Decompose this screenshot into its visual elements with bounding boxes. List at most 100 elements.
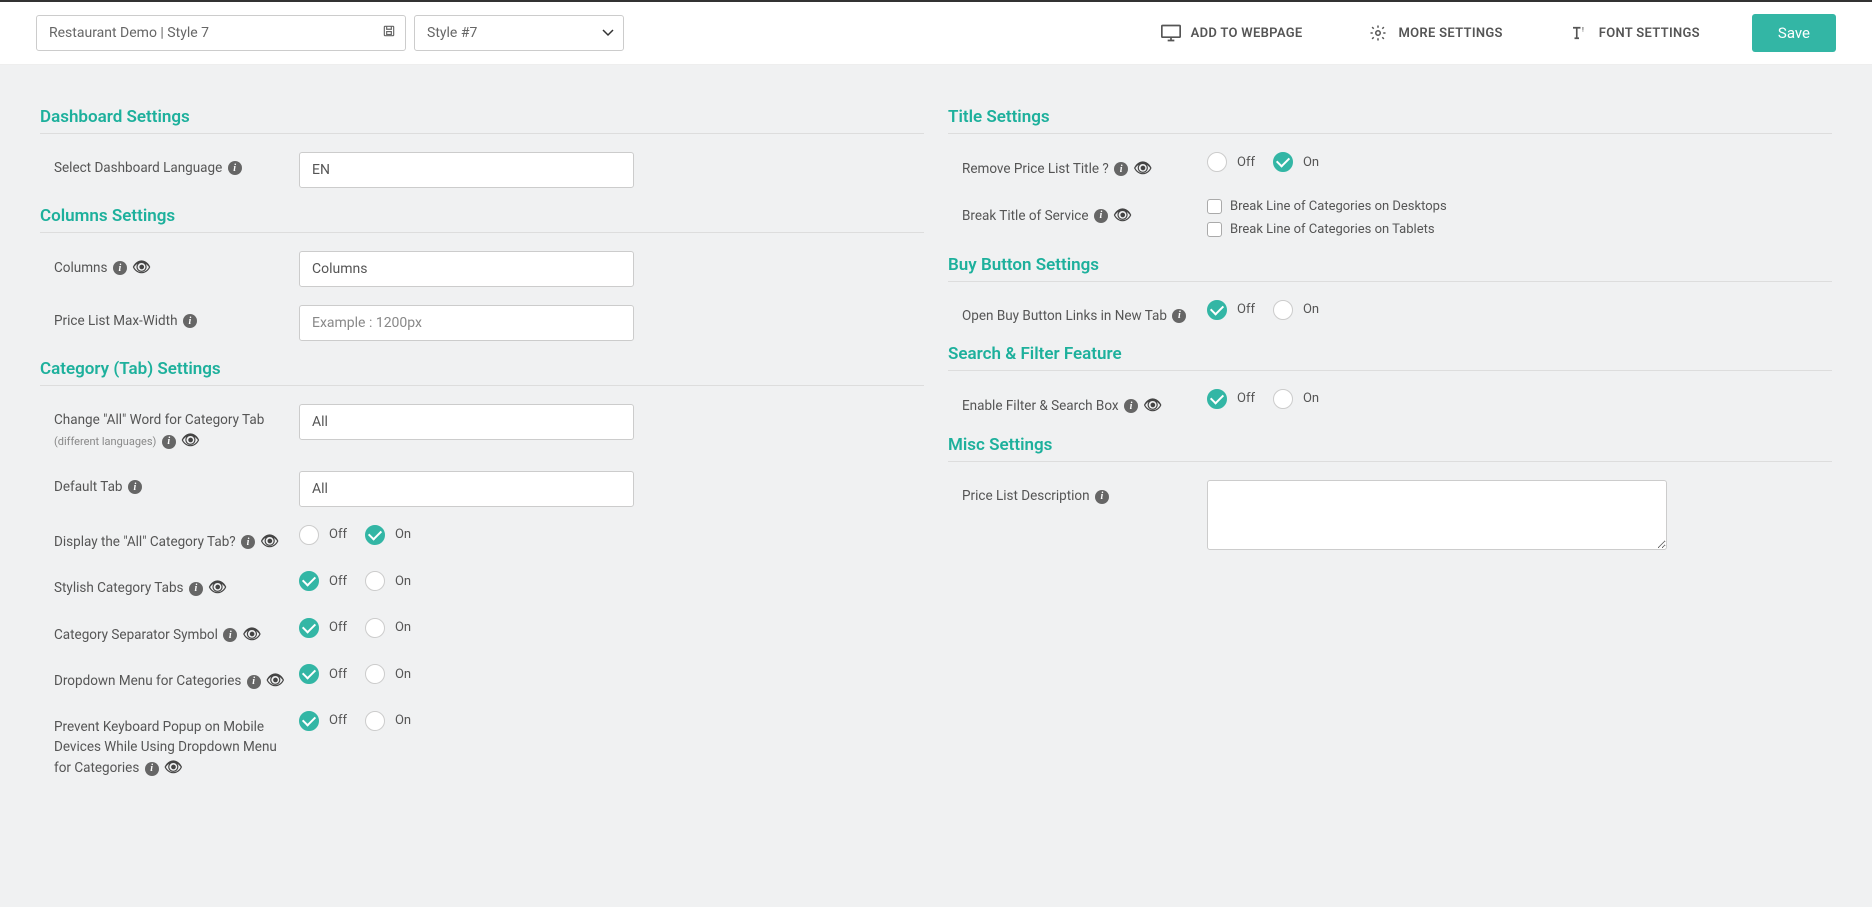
radio-stylish-tabs: Off On bbox=[299, 571, 411, 591]
font-icon: ! bbox=[1569, 24, 1589, 42]
label-remove-title: Remove Price List Title ? i 👁 bbox=[962, 152, 1207, 181]
radio-on[interactable]: On bbox=[365, 664, 411, 684]
eye-icon[interactable]: 👁 bbox=[1113, 205, 1132, 228]
info-icon[interactable]: i bbox=[128, 480, 142, 494]
style-select-wrap: Style #7 bbox=[414, 15, 624, 51]
info-icon[interactable]: i bbox=[1114, 162, 1128, 176]
dashboard-settings-title: Dashboard Settings bbox=[40, 107, 924, 134]
left-column: Dashboard Settings Select Dashboard Lang… bbox=[28, 97, 936, 798]
info-icon[interactable]: i bbox=[113, 261, 127, 275]
label-dashboard-language: Select Dashboard Language i bbox=[54, 152, 299, 178]
row-dashboard-language: Select Dashboard Language i bbox=[40, 152, 924, 188]
info-icon[interactable]: i bbox=[189, 582, 203, 596]
eye-icon[interactable]: 👁 bbox=[208, 577, 227, 600]
eye-icon[interactable]: 👁 bbox=[260, 531, 279, 554]
row-change-all-word: Change "All" Word for Category Tab (diff… bbox=[40, 404, 924, 453]
default-tab-input[interactable] bbox=[299, 471, 634, 507]
radio-on[interactable]: On bbox=[365, 711, 411, 731]
row-columns: Columns i 👁 bbox=[40, 251, 924, 287]
category-settings-title: Category (Tab) Settings bbox=[40, 359, 924, 386]
pricelist-name-wrap bbox=[36, 15, 406, 51]
label-display-all-tab: Display the "All" Category Tab? i 👁 bbox=[54, 525, 299, 554]
radio-display-all-tab: Off On bbox=[299, 525, 411, 545]
font-settings-label: FONT SETTINGS bbox=[1599, 26, 1700, 41]
chk-break-tablet[interactable]: Break Line of Categories on Tablets bbox=[1207, 222, 1447, 237]
info-icon[interactable]: i bbox=[1095, 490, 1109, 504]
row-dropdown: Dropdown Menu for Categories i 👁 Off On bbox=[40, 664, 924, 693]
radio-on[interactable]: On bbox=[1273, 300, 1319, 320]
radio-off[interactable]: Off bbox=[299, 664, 347, 684]
save-button[interactable]: Save bbox=[1752, 14, 1836, 52]
row-prevent-keyboard: Prevent Keyboard Popup on Mobile Devices… bbox=[40, 711, 924, 780]
eye-icon[interactable]: 👁 bbox=[1143, 395, 1162, 418]
label-columns: Columns i 👁 bbox=[54, 251, 299, 280]
dashboard-language-input[interactable] bbox=[299, 152, 634, 188]
eye-icon[interactable]: 👁 bbox=[181, 430, 200, 453]
info-icon[interactable]: i bbox=[241, 535, 255, 549]
add-to-webpage-button[interactable]: ADD TO WEBPAGE bbox=[1147, 16, 1317, 50]
row-enable-filter: Enable Filter & Search Box i 👁 Off On bbox=[948, 389, 1832, 418]
header-bar: Style #7 ADD TO WEBPAGE MORE SETTINGS ! … bbox=[0, 2, 1872, 65]
description-textarea[interactable] bbox=[1207, 480, 1667, 550]
info-icon[interactable]: i bbox=[183, 314, 197, 328]
radio-off[interactable]: Off bbox=[299, 571, 347, 591]
label-break-title: Break Title of Service i 👁 bbox=[962, 199, 1207, 228]
more-settings-button[interactable]: MORE SETTINGS bbox=[1354, 16, 1516, 50]
info-icon[interactable]: i bbox=[228, 161, 242, 175]
radio-off[interactable]: Off bbox=[1207, 300, 1255, 320]
radio-dropdown: Off On bbox=[299, 664, 411, 684]
columns-input[interactable] bbox=[299, 251, 634, 287]
label-dropdown: Dropdown Menu for Categories i 👁 bbox=[54, 664, 299, 693]
row-break-title: Break Title of Service i 👁 Break Line of… bbox=[948, 199, 1832, 237]
radio-on[interactable]: On bbox=[1273, 152, 1319, 172]
monitor-icon bbox=[1161, 24, 1181, 42]
info-icon[interactable]: i bbox=[162, 435, 176, 449]
label-description: Price List Description i bbox=[962, 480, 1207, 506]
radio-on[interactable]: On bbox=[1273, 389, 1319, 409]
radio-on[interactable]: On bbox=[365, 525, 411, 545]
info-icon[interactable]: i bbox=[223, 628, 237, 642]
radio-off[interactable]: Off bbox=[1207, 152, 1255, 172]
more-settings-label: MORE SETTINGS bbox=[1398, 26, 1502, 41]
style-select[interactable]: Style #7 bbox=[414, 15, 624, 51]
eye-icon[interactable]: 👁 bbox=[164, 757, 183, 780]
info-icon[interactable]: i bbox=[1094, 209, 1108, 223]
columns-settings-title: Columns Settings bbox=[40, 206, 924, 233]
label-prevent-keyboard: Prevent Keyboard Popup on Mobile Devices… bbox=[54, 711, 299, 780]
radio-off[interactable]: Off bbox=[1207, 389, 1255, 409]
radio-off[interactable]: Off bbox=[299, 618, 347, 638]
eye-icon[interactable]: 👁 bbox=[1134, 158, 1153, 181]
radio-off[interactable]: Off bbox=[299, 711, 347, 731]
radio-open-buy: Off On bbox=[1207, 300, 1319, 320]
label-default-tab: Default Tab i bbox=[54, 471, 299, 497]
max-width-input[interactable] bbox=[299, 305, 634, 341]
right-column: Title Settings Remove Price List Title ?… bbox=[936, 97, 1844, 798]
eye-icon[interactable]: 👁 bbox=[132, 257, 151, 280]
row-description: Price List Description i bbox=[948, 480, 1832, 554]
buy-button-title: Buy Button Settings bbox=[948, 255, 1832, 282]
misc-title: Misc Settings bbox=[948, 435, 1832, 462]
radio-on[interactable]: On bbox=[365, 571, 411, 591]
pricelist-name-input[interactable] bbox=[36, 15, 406, 51]
change-all-word-input[interactable] bbox=[299, 404, 634, 440]
label-open-buy: Open Buy Button Links in New Tab i bbox=[962, 300, 1207, 326]
info-icon[interactable]: i bbox=[1172, 309, 1186, 323]
radio-separator: Off On bbox=[299, 618, 411, 638]
radio-on[interactable]: On bbox=[365, 618, 411, 638]
radio-remove-title: Off On bbox=[1207, 152, 1319, 172]
font-settings-button[interactable]: ! FONT SETTINGS bbox=[1555, 16, 1714, 50]
radio-enable-filter: Off On bbox=[1207, 389, 1319, 409]
info-icon[interactable]: i bbox=[247, 675, 261, 689]
info-icon[interactable]: i bbox=[1124, 399, 1138, 413]
label-stylish-tabs: Stylish Category Tabs i 👁 bbox=[54, 571, 299, 600]
label-max-width: Price List Max-Width i bbox=[54, 305, 299, 331]
chk-break-desktop[interactable]: Break Line of Categories on Desktops bbox=[1207, 199, 1447, 214]
add-to-webpage-label: ADD TO WEBPAGE bbox=[1191, 26, 1303, 41]
row-stylish-tabs: Stylish Category Tabs i 👁 Off On bbox=[40, 571, 924, 600]
row-max-width: Price List Max-Width i bbox=[40, 305, 924, 341]
eye-icon[interactable]: 👁 bbox=[266, 670, 285, 693]
eye-icon[interactable]: 👁 bbox=[243, 624, 262, 647]
row-display-all-tab: Display the "All" Category Tab? i 👁 Off … bbox=[40, 525, 924, 554]
info-icon[interactable]: i bbox=[145, 762, 159, 776]
radio-off[interactable]: Off bbox=[299, 525, 347, 545]
